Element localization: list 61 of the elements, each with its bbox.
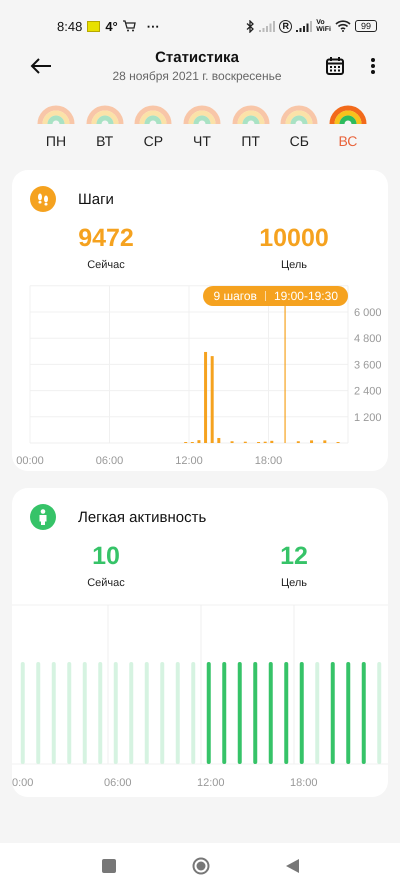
bluetooth-icon	[246, 20, 256, 32]
day-tab[interactable]: СР	[131, 102, 176, 170]
battery-indicator: 99	[354, 20, 377, 32]
signal-icon	[259, 20, 276, 32]
page-date: 28 ноября 2021 г. воскресенье	[112, 69, 282, 83]
axis-label: 18:00	[290, 777, 318, 789]
day-tab[interactable]: ПТ	[228, 102, 273, 170]
activity-rings-icon	[183, 106, 220, 124]
signal-icon	[296, 20, 312, 32]
step-bar	[197, 440, 200, 443]
step-bar	[270, 440, 274, 443]
recents-button[interactable]	[102, 859, 116, 873]
back-nav-button[interactable]	[286, 859, 298, 873]
home-button[interactable]	[192, 857, 210, 875]
day-tab[interactable]: ВТ	[82, 102, 127, 170]
wifi-icon	[334, 20, 351, 32]
stat-value: 12	[280, 542, 308, 571]
axis-label: 12:00	[175, 455, 203, 467]
axis-label: 12:00	[197, 777, 225, 789]
day-tab[interactable]: ЧТ	[180, 102, 224, 170]
roaming-indicator: R	[279, 20, 292, 32]
stat-value: 9472	[78, 224, 134, 253]
activity-rings-icon	[38, 106, 74, 124]
activity-rings-icon	[280, 106, 318, 124]
card-title: Легкая активность	[78, 508, 206, 526]
stat-label: Сейчас	[87, 259, 125, 271]
cart-icon	[122, 20, 136, 32]
stat-label: Сейчас	[87, 577, 125, 589]
person-icon	[30, 504, 56, 530]
axis-label: 3 600	[354, 359, 382, 372]
footprints-icon	[30, 186, 56, 212]
stat-value: 10	[92, 542, 120, 571]
stat-value: 10000	[259, 224, 329, 253]
day-tab[interactable]: СБ	[277, 102, 322, 170]
step-bar	[217, 438, 220, 443]
activity-rings-icon	[134, 106, 172, 124]
activity-rings-icon	[86, 106, 124, 124]
axis-label: 00:00	[16, 455, 44, 467]
axis-label: 0:00	[12, 777, 34, 789]
axis-label: 4 800	[354, 333, 382, 346]
axis-label: 18:00	[254, 455, 282, 467]
card-title: Шаги	[78, 190, 114, 208]
stat-label: Цель	[280, 259, 308, 271]
axis-label: 1 200	[354, 412, 382, 424]
tooltip: 9 шагов 19:00-19:30	[203, 286, 348, 306]
stat-label: Цель	[280, 577, 308, 589]
clock-time: 8:48	[57, 18, 82, 34]
axis-label: 06:00	[96, 455, 124, 467]
axis-label: 06:00	[104, 777, 132, 789]
activity-rings-icon	[232, 106, 270, 124]
axis-label: 6 000	[354, 307, 382, 319]
day-tab[interactable]: ПН	[34, 102, 78, 170]
page-title: Статистика	[155, 49, 239, 66]
temperature: 4°	[105, 18, 118, 34]
more-notifications: ···	[146, 18, 160, 34]
axis-label: 2 400	[354, 386, 382, 398]
notification-icon	[87, 20, 100, 32]
more-icon	[370, 57, 376, 75]
step-bar	[310, 440, 314, 443]
activity-rings-icon	[329, 106, 366, 124]
step-bar	[323, 440, 326, 443]
